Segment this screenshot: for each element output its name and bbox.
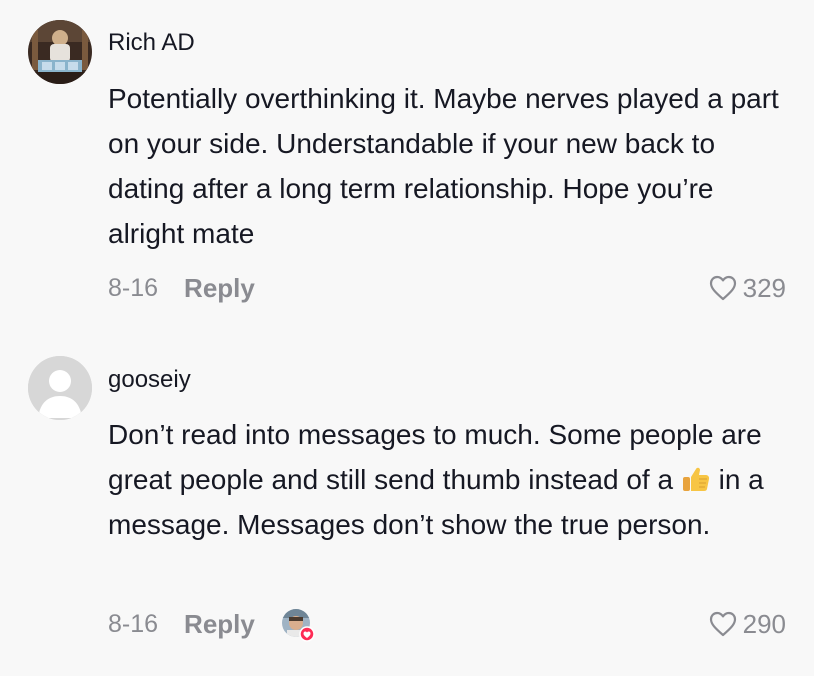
avatar[interactable]	[28, 356, 92, 420]
comment-item: gooseiy Don’t read into messages to much…	[0, 330, 814, 676]
like-count: 290	[742, 608, 786, 639]
avatar[interactable]	[28, 20, 92, 84]
comment-meta: 8-16 Reply	[108, 608, 315, 642]
like-count: 329	[742, 272, 786, 303]
comment-text-part: Don’t read into messages to much. Some p…	[108, 419, 762, 495]
reply-button[interactable]: Reply	[184, 273, 255, 304]
default-avatar-icon	[28, 356, 92, 420]
username[interactable]: Rich AD	[108, 29, 195, 57]
comment-text: Don’t read into messages to much. Some p…	[108, 412, 788, 547]
username[interactable]: gooseiy	[108, 366, 191, 394]
creator-avatar-icon	[281, 609, 315, 642]
creator-liked-badge	[281, 608, 315, 642]
comment-item: Rich AD Potentially overthinking it. May…	[0, 0, 814, 330]
like-button[interactable]: 290	[709, 608, 786, 640]
comment-meta: 8-16 Reply	[108, 272, 255, 304]
avatar-image	[28, 20, 92, 84]
heart-outline-icon	[709, 275, 736, 301]
comment-date: 8-16	[108, 273, 159, 302]
like-button[interactable]: 329	[709, 272, 786, 304]
heart-outline-icon	[709, 611, 736, 637]
comment-date: 8-16	[108, 609, 159, 638]
reply-button[interactable]: Reply	[184, 609, 255, 640]
thumbs-up-emoji-icon	[681, 462, 711, 492]
comment-text: Potentially overthinking it. Maybe nerve…	[108, 83, 779, 249]
